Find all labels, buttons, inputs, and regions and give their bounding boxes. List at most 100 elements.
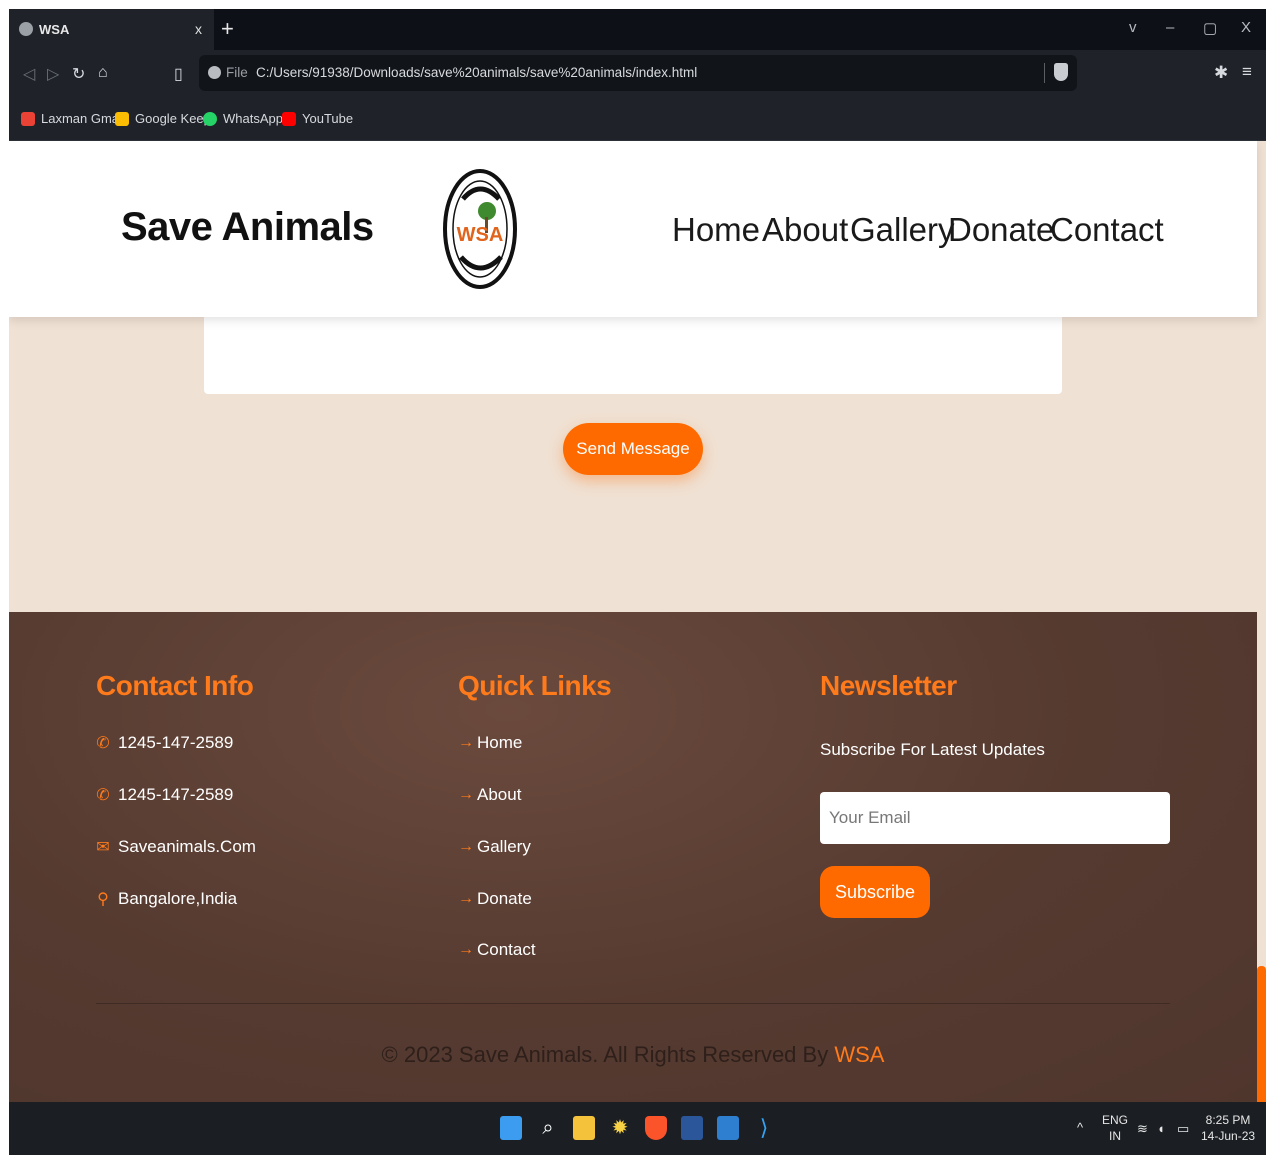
- vscode-icon[interactable]: ⟩: [753, 1116, 775, 1140]
- whatsapp-icon: [203, 111, 217, 126]
- bookmark-whatsapp[interactable]: WhatsApp: [203, 111, 283, 126]
- widgets-icon[interactable]: ✹: [609, 1116, 631, 1140]
- address-url[interactable]: C:/Users/91938/Downloads/save%20animals/…: [256, 65, 697, 80]
- contact-text: 1245-147-2589: [118, 785, 234, 804]
- contact-location[interactable]: ⚲ Bangalore,India: [96, 889, 237, 909]
- browser-toolbar: ◁ ▷ ↻ ⌂ ▯ File C:/Users/91938/Downloads/…: [9, 50, 1266, 98]
- battery-icon[interactable]: ▭: [1177, 1121, 1189, 1137]
- logo-monogram: WSA: [457, 224, 504, 246]
- footer-divider: [96, 1003, 1170, 1004]
- page-scrollbar-thumb[interactable]: [1257, 966, 1266, 1102]
- brave-browser-icon[interactable]: [645, 1116, 667, 1140]
- new-tab-button[interactable]: +: [221, 16, 234, 42]
- bookmark-label: WhatsApp: [223, 111, 283, 126]
- volume-icon[interactable]: ◖: [1157, 1121, 1165, 1137]
- word-icon[interactable]: [681, 1116, 703, 1140]
- reload-icon[interactable]: ↻: [72, 64, 85, 84]
- nav-donate[interactable]: Donate: [948, 211, 1054, 249]
- envelope-icon: ✉: [96, 839, 110, 856]
- quick-link-label: Contact: [477, 940, 536, 959]
- contact-email[interactable]: ✉ Saveanimals.Com: [96, 837, 256, 857]
- language-code: ENG: [1102, 1113, 1129, 1127]
- phone-icon: ✆: [96, 735, 110, 752]
- restore-button[interactable]: ▢: [1203, 19, 1217, 37]
- minimize-button[interactable]: –: [1166, 19, 1174, 36]
- file-explorer-icon[interactable]: [573, 1116, 595, 1140]
- nav-contact[interactable]: Contact: [1050, 211, 1164, 249]
- tab-title: WSA: [39, 22, 70, 37]
- tab-search-button[interactable]: v: [1129, 19, 1137, 36]
- quick-link-label: Gallery: [477, 837, 531, 856]
- map-pin-icon: ⚲: [97, 891, 109, 908]
- contact-phone-2[interactable]: ✆ 1245-147-2589: [96, 785, 233, 805]
- wsa-logo[interactable]: WSA: [443, 169, 518, 289]
- newsletter-email-input[interactable]: [820, 792, 1170, 844]
- site-header: Save Animals WSA Home About Gallery Dona…: [9, 141, 1257, 317]
- globe-icon: [19, 22, 33, 36]
- bookmark-label: Laxman Gmail: [41, 111, 125, 126]
- bookmark-youtube[interactable]: YouTube: [282, 111, 353, 126]
- address-bar[interactable]: File C:/Users/91938/Downloads/save%20ani…: [199, 55, 1077, 91]
- clock[interactable]: 8:25 PM 14-Jun-23: [1201, 1112, 1255, 1144]
- quick-link-gallery[interactable]: → Gallery: [458, 837, 531, 857]
- quick-link-donate[interactable]: → Donate: [458, 889, 532, 909]
- nav-gallery[interactable]: Gallery: [850, 211, 955, 249]
- quick-link-home[interactable]: → Home: [458, 733, 522, 753]
- info-icon[interactable]: [208, 66, 221, 79]
- contact-text: 1245-147-2589: [118, 733, 234, 752]
- language-region: IN: [1109, 1129, 1121, 1143]
- photos-icon[interactable]: [717, 1116, 739, 1140]
- arrow-right-icon: →: [458, 838, 474, 855]
- copyright-brand-link[interactable]: WSA: [834, 1042, 884, 1067]
- quick-link-label: Donate: [477, 889, 532, 908]
- arrow-right-icon: →: [458, 890, 474, 907]
- page-viewport: Save Animals WSA Home About Gallery Dona…: [9, 141, 1266, 1102]
- nav-home[interactable]: Home: [672, 211, 760, 249]
- gmail-icon: [21, 111, 35, 126]
- quick-link-about[interactable]: → About: [458, 785, 521, 805]
- language-indicator[interactable]: ENG IN: [1102, 1112, 1128, 1144]
- home-icon[interactable]: ⌂: [98, 64, 108, 82]
- arrow-right-icon: →: [458, 941, 474, 958]
- contact-text: Bangalore,India: [118, 889, 238, 908]
- send-message-button[interactable]: Send Message: [563, 423, 703, 475]
- site-brand[interactable]: Save Animals: [121, 205, 374, 250]
- browser-menu-icon[interactable]: ≡: [1242, 62, 1252, 82]
- close-window-button[interactable]: X: [1241, 19, 1251, 36]
- brave-shield-icon[interactable]: [1054, 63, 1068, 81]
- wifi-icon[interactable]: ≋: [1137, 1121, 1148, 1137]
- browser-window: WSA x + v – ▢ X ◁ ▷ ↻ ⌂ ▯ File C:/Users/…: [9, 9, 1266, 1155]
- bookmark-gmail[interactable]: Laxman Gmail: [21, 111, 125, 126]
- quick-links-heading: Quick Links: [458, 670, 612, 701]
- contact-text: Saveanimals.Com: [118, 837, 256, 856]
- arrow-right-icon: →: [458, 734, 474, 751]
- search-icon[interactable]: ⌕: [537, 1116, 559, 1140]
- chevron-up-icon[interactable]: ^: [1077, 1120, 1083, 1136]
- bookmarks-bar: Laxman Gmail Google Keep WhatsApp YouTub…: [9, 98, 1266, 141]
- quick-link-label: About: [477, 785, 522, 804]
- clock-date: 14-Jun-23: [1201, 1129, 1256, 1143]
- keep-icon: [115, 111, 129, 126]
- bookmark-label: Google Keep: [135, 111, 211, 126]
- back-icon[interactable]: ◁: [23, 64, 35, 84]
- nav-about[interactable]: About: [762, 211, 848, 249]
- newsletter-heading: Newsletter: [820, 670, 957, 701]
- quick-link-contact[interactable]: → Contact: [458, 940, 536, 960]
- subscribe-button[interactable]: Subscribe: [820, 866, 930, 918]
- bookmark-label: YouTube: [302, 111, 354, 126]
- windows-start-icon[interactable]: [500, 1116, 522, 1140]
- tab-strip: WSA x + v – ▢ X: [9, 9, 1266, 50]
- extensions-icon[interactable]: ✱: [1214, 63, 1228, 83]
- address-scheme: File: [226, 65, 248, 80]
- browser-tab[interactable]: WSA x: [9, 9, 214, 50]
- os-taskbar: ⌕ ✹ ⟩ ^ ENG IN ≋ ◖ ▭ 8:25 PM 14-Jun-23: [9, 1102, 1266, 1155]
- copyright-text: © 2023 Save Animals. All Rights Reserved…: [9, 1042, 1257, 1068]
- newsletter-subtitle: Subscribe For Latest Updates: [820, 740, 1045, 759]
- site-footer: Contact Info ✆ 1245-147-2589 ✆ 1245-147-…: [9, 612, 1257, 1102]
- phone-icon: ✆: [96, 787, 110, 804]
- bookmark-icon[interactable]: ▯: [174, 64, 183, 84]
- tab-close-button[interactable]: x: [195, 21, 202, 37]
- bookmark-google-keep[interactable]: Google Keep: [115, 111, 211, 126]
- forward-icon[interactable]: ▷: [47, 64, 59, 84]
- contact-phone-1[interactable]: ✆ 1245-147-2589: [96, 733, 233, 753]
